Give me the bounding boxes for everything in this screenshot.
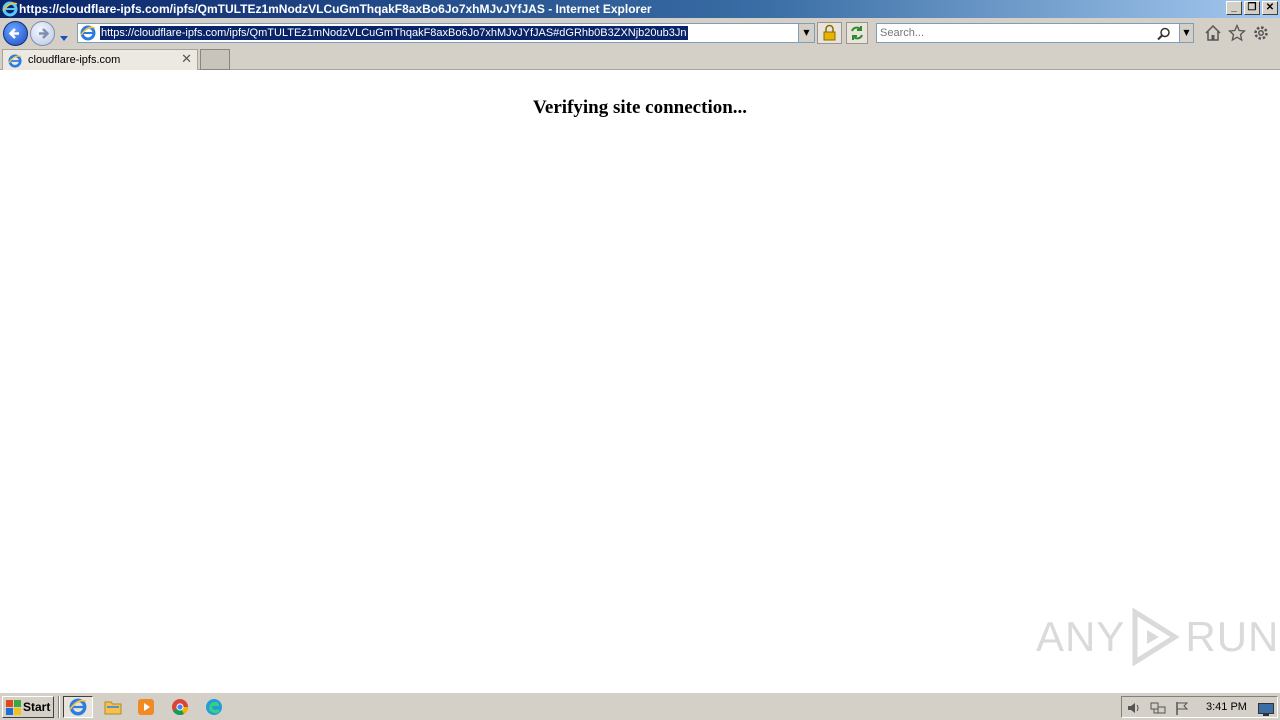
navigation-bar: https://cloudflare-ipfs.com/ipfs/QmTULTE… — [0, 18, 1280, 48]
new-tab-button[interactable] — [200, 49, 230, 70]
back-arrow-icon — [8, 28, 19, 39]
taskbar-edge[interactable] — [199, 696, 229, 718]
back-button[interactable] — [3, 21, 28, 46]
close-button[interactable]: ✕ — [1262, 1, 1278, 15]
clock[interactable]: 3:41 PM — [1206, 701, 1247, 713]
home-icon[interactable] — [1204, 24, 1222, 46]
show-desktop-icon[interactable] — [1258, 701, 1274, 720]
tray-icons — [1126, 700, 1190, 719]
address-url[interactable]: https://cloudflare-ipfs.com/ipfs/QmTULTE… — [100, 26, 688, 40]
start-label: Start — [23, 700, 51, 714]
address-bar[interactable]: https://cloudflare-ipfs.com/ipfs/QmTULTE… — [77, 23, 815, 43]
taskbar-internet-explorer[interactable] — [63, 696, 93, 718]
settings-gear-icon[interactable] — [1252, 24, 1270, 46]
window-title: https://cloudflare-ipfs.com/ipfs/QmTULTE… — [19, 2, 652, 16]
ie-page-icon — [80, 25, 96, 45]
watermark-text-right: RUN — [1185, 613, 1280, 660]
window-controls: _ ❐ ✕ — [1226, 1, 1278, 15]
tab-close-icon[interactable]: ✕ — [181, 52, 192, 67]
play-logo-icon — [1132, 608, 1181, 666]
ie-tab-icon — [8, 53, 22, 72]
taskbar-chrome[interactable] — [165, 696, 195, 718]
internet-explorer-icon — [69, 698, 87, 716]
taskbar-separator — [58, 696, 60, 718]
page-heading: Verifying site connection... — [532, 97, 748, 118]
search-input[interactable] — [880, 26, 1150, 40]
page-content: Verifying site connection... ANY RUN — [0, 71, 1280, 692]
folder-icon — [104, 701, 122, 715]
tab-label: cloudflare-ipfs.com — [28, 54, 121, 66]
toolbar-icons — [1204, 23, 1270, 46]
tab-cloudflare-ipfs[interactable]: cloudflare-ipfs.com ✕ — [2, 49, 198, 70]
lock-icon — [823, 24, 836, 41]
search-box[interactable]: ▼ — [876, 23, 1194, 43]
forward-button[interactable] — [30, 21, 55, 46]
chrome-icon — [172, 699, 188, 715]
search-dropdown-icon[interactable]: ▼ — [1179, 24, 1193, 42]
edge-icon — [206, 699, 222, 715]
volume-icon[interactable] — [1126, 700, 1142, 719]
restore-button[interactable]: ❐ — [1244, 1, 1260, 15]
address-dropdown-icon[interactable]: ▼ — [798, 24, 814, 42]
media-player-icon — [138, 699, 154, 715]
title-bar: https://cloudflare-ipfs.com/ipfs/QmTULTE… — [0, 0, 1280, 18]
ie-window: https://cloudflare-ipfs.com/ipfs/QmTULTE… — [0, 0, 1280, 720]
windows-logo-icon — [6, 700, 21, 720]
anyrun-watermark: ANY RUN — [1036, 608, 1279, 666]
forward-arrow-icon — [39, 28, 50, 39]
minimize-button[interactable]: _ — [1226, 1, 1242, 15]
watermark-text-left: ANY — [1036, 613, 1126, 660]
start-button[interactable]: Start — [2, 696, 54, 718]
tab-strip: cloudflare-ipfs.com ✕ — [0, 48, 1280, 70]
system-tray: 3:41 PM — [1121, 696, 1278, 718]
taskbar-file-explorer[interactable] — [98, 696, 128, 718]
refresh-icon — [851, 26, 863, 40]
network-icon[interactable] — [1150, 700, 1166, 719]
taskbar: Start 3:41 PM — [0, 692, 1280, 720]
recent-pages-dropdown-icon[interactable] — [59, 28, 69, 47]
action-center-flag-icon[interactable] — [1174, 700, 1190, 719]
search-icon[interactable] — [1157, 26, 1171, 45]
security-lock-button[interactable] — [817, 22, 842, 44]
refresh-button[interactable] — [846, 22, 868, 44]
favorites-star-icon[interactable] — [1227, 23, 1247, 46]
taskbar-media-player[interactable] — [131, 696, 161, 718]
